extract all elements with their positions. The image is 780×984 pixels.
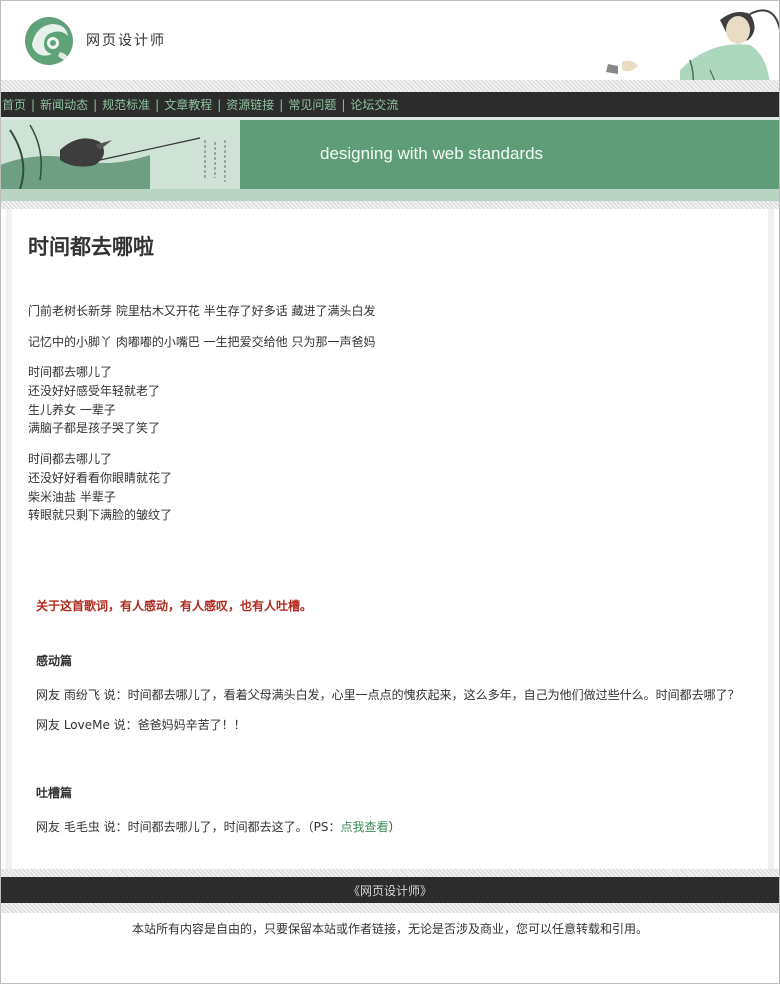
nav-separator: | [31,97,36,112]
comment-item: 网友 毛毛虫 说：时间都去哪儿了，时间都去这了。（PS：点我查看） [36,818,401,835]
nav-list: 首页 | 新闻动态 | 规范标准 | 文章教程 | 资源链接 | 常见问题 | … [2,92,398,117]
comment-item: 网友 雨纷飞 说：时间都去哪儿了，看着父母满头白发，心里一点点的愧疚起来，这么多… [36,688,740,702]
content-bottom-divider [0,869,780,877]
nav-item-faq[interactable]: 常见问题 [288,96,336,113]
lyric-line: 时间都去哪儿了 [28,452,113,466]
lyric-line: 转眼就只剩下满脸的皱纹了 [28,508,173,522]
nav-item-news[interactable]: 新闻动态 [40,96,88,113]
nav-item-standards[interactable]: 规范标准 [102,96,150,113]
site-header: 网页设计师 [0,0,780,201]
copyright-notice: 本站所有内容是自由的，只要保留本站或作者链接，无论是否涉及商业，您可以任意转载和… [131,922,648,936]
nav-separator: | [279,97,284,112]
nav-item-forum[interactable]: 论坛交流 [350,96,398,113]
comment-intro: 关于这首歌词，有人感动，有人感叹，也有人吐槽。 [36,599,313,613]
touching-heading: 感动篇 [36,654,73,668]
footer-divider [0,903,780,913]
nav-item-resources[interactable]: 资源链接 [226,96,274,113]
complaint-heading: 吐槽篇 [36,786,73,800]
complaint-text: 网友 毛毛虫 说：时间都去哪儿了，时间都去这了。（PS： [36,820,341,834]
lyric-line: 满脑子都是孩子哭了笑了 [28,421,161,435]
main-nav: 首页 | 新闻动态 | 规范标准 | 文章教程 | 资源链接 | 常见问题 | … [0,92,780,117]
article-title: 时间都去哪啦 [28,234,154,259]
banner-bottom-band [0,189,780,201]
complaint-end: ） [388,820,401,834]
nav-separator: | [93,97,98,112]
lyric-line: 还没好好看看你眼睛就花了 [28,471,173,485]
banner-slogan: designing with web standards [320,144,544,163]
main-content: 时间都去哪啦 门前老树长新芽 院里枯木又开花 半生存了好多话 藏进了满头白发 记… [6,209,774,869]
footer-title: 《网页设计师》 [347,884,432,898]
lyric-line: 柴米油盐 半辈子 [28,490,116,504]
site-logo-icon[interactable] [22,14,76,68]
comment-item: 网友 LoveMe 说：爸爸妈妈辛苦了！！ [36,718,246,732]
lyric-line: 门前老树长新芽 院里枯木又开花 半生存了好多话 藏进了满头白发 [28,304,376,318]
header-divider [0,80,780,92]
footer-bar: 《网页设计师》 [0,877,780,903]
nav-separator: | [341,97,346,112]
nav-item-tutorials[interactable]: 文章教程 [164,96,212,113]
content-top-divider [0,201,780,209]
lyric-line: 生儿养女 一辈子 [28,403,116,417]
lyric-line: 记忆中的小脚丫 肉嘟嘟的小嘴巴 一生把爱交给他 只为那一声爸妈 [28,335,376,349]
site-name: 网页设计师 [86,33,166,49]
site-banner: designing with web standards [0,117,780,201]
lyric-line: 还没好好感受年轻就老了 [28,384,161,398]
nav-separator: | [155,97,160,112]
view-link[interactable]: 点我查看 [341,820,389,834]
nav-separator: | [217,97,222,112]
nav-item-home[interactable]: 首页 [2,96,26,113]
lyric-line: 时间都去哪儿了 [28,365,113,379]
bird-painting-icon [0,120,240,189]
